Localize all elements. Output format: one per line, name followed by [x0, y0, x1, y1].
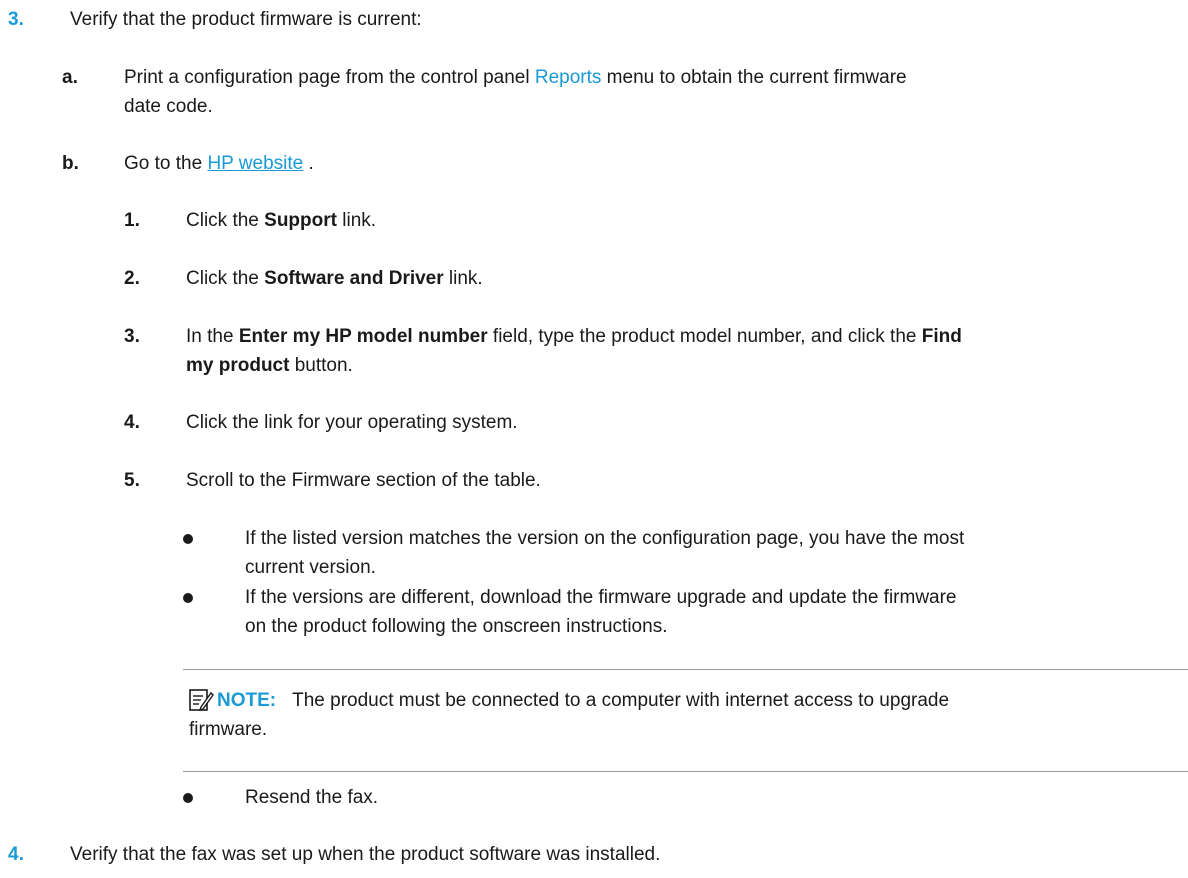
- bullet-marker: [183, 584, 245, 611]
- substep-number: 3.: [124, 326, 140, 347]
- bullet-dot-icon: [183, 793, 193, 803]
- bullet-text: Resend the fax.: [245, 787, 379, 808]
- substep-number: 5.: [124, 470, 140, 491]
- bullet-item-2-line-2: on the product following the onscreen in…: [245, 613, 667, 640]
- ui-term: Enter my HP model number: [238, 326, 488, 347]
- text-segment: Click the: [186, 210, 265, 231]
- step-text: date code.: [124, 96, 213, 117]
- bullet-text: current version.: [245, 557, 376, 578]
- text-segment: link.: [443, 268, 483, 289]
- step-4: 4. Verify that the fax was set up when t…: [8, 841, 660, 868]
- bullet-item-1: If the listed version matches the versio…: [183, 525, 964, 552]
- ui-term: Software and Driver: [264, 268, 444, 289]
- substep-3: 3. In the Enter my HP model number field…: [124, 323, 962, 350]
- text-segment: Click the: [186, 268, 265, 289]
- substep-number: 1.: [124, 210, 140, 231]
- step-3: 3. Verify that the product firmware is c…: [8, 6, 422, 33]
- step-3b: b. Go to the HP website .: [62, 150, 314, 177]
- step-text: Verify that the product firmware is curr…: [70, 9, 422, 30]
- text-segment: Go to the: [124, 153, 208, 174]
- note-text: The product must be connected to a compu…: [292, 690, 950, 711]
- substep-text: Click the Software and Driver link.: [186, 265, 483, 292]
- substep-1: 1. Click the Support link.: [124, 207, 376, 234]
- step-3a-line-2: date code.: [124, 93, 213, 120]
- note-line-2: firmware.: [189, 716, 267, 743]
- substep-text: Click the Support link.: [186, 207, 376, 234]
- bullet-item-1-line-2: current version.: [245, 554, 376, 581]
- substep-text: Scroll to the Firmware section of the ta…: [186, 470, 541, 491]
- step-text: Go to the HP website .: [124, 150, 314, 177]
- bullet-item-2: If the versions are different, download …: [183, 584, 957, 611]
- text-segment: .: [303, 153, 314, 174]
- substep-number: 4.: [124, 412, 140, 433]
- bullet-dot-icon: [183, 534, 193, 544]
- step-3a: a. Print a configuration page from the c…: [62, 64, 1124, 91]
- substep-2: 2. Click the Software and Driver link.: [124, 265, 483, 292]
- reports-link[interactable]: Reports: [535, 67, 602, 88]
- text-segment: In the: [186, 326, 239, 347]
- note-box: NOTE: The product must be connected to a …: [183, 669, 1188, 772]
- note-line-1: NOTE: The product must be connected to a …: [217, 687, 949, 714]
- bullet-dot-icon: [183, 593, 193, 603]
- text-segment: Print a configuration page from the cont…: [124, 67, 535, 88]
- step-letter: a.: [62, 67, 78, 88]
- substep-text: In the Enter my HP model number field, t…: [186, 323, 962, 350]
- substep-4: 4. Click the link for your operating sys…: [124, 409, 518, 436]
- substep-5: 5. Scroll to the Firmware section of the…: [124, 467, 541, 494]
- substep-text: my product button.: [186, 352, 353, 379]
- ui-term: Find: [921, 326, 962, 347]
- bullet-marker: [183, 525, 245, 552]
- step-text: Print a configuration page from the cont…: [124, 64, 1124, 91]
- hp-website-link[interactable]: HP website: [207, 153, 303, 174]
- text-segment: field, type the product model number, an…: [487, 326, 922, 347]
- text-segment: link.: [336, 210, 377, 231]
- bullet-item-3: Resend the fax.: [183, 784, 378, 811]
- substep-number: 2.: [124, 268, 140, 289]
- note-text: firmware.: [189, 719, 268, 740]
- bullet-text: on the product following the onscreen in…: [245, 616, 668, 637]
- bullet-text: If the versions are different, download …: [245, 587, 957, 608]
- note-icon: [189, 689, 214, 712]
- substep-text: Click the link for your operating system…: [186, 412, 518, 433]
- bullet-text: If the listed version matches the versio…: [245, 528, 965, 549]
- step-letter: b.: [62, 153, 79, 174]
- step-number: 4.: [8, 844, 24, 865]
- substep-3-line-2: my product button.: [186, 352, 353, 379]
- ui-term: my product: [186, 355, 290, 376]
- note-label: NOTE:: [217, 690, 277, 711]
- ui-term: Support: [264, 210, 337, 231]
- text-segment: button.: [289, 355, 353, 376]
- step-text: Verify that the fax was set up when the …: [70, 844, 661, 865]
- step-number: 3.: [8, 9, 24, 30]
- bullet-marker: [183, 784, 245, 811]
- text-segment: menu to obtain the current firmware: [601, 67, 907, 88]
